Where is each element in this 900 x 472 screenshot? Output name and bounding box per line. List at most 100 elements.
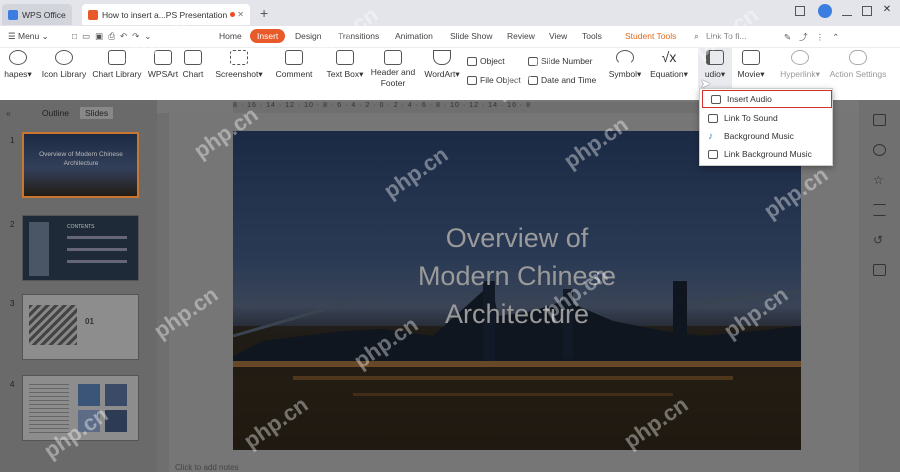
collapse-pane-icon[interactable]: « — [6, 108, 11, 118]
shapes-icon — [9, 50, 27, 65]
vertical-ruler — [157, 113, 169, 472]
date-time-button[interactable]: Date and Time — [528, 75, 596, 85]
tab-tools[interactable]: Tools — [582, 31, 602, 41]
chart-library-label: Chart Library — [92, 69, 142, 79]
quick-access-icons[interactable]: □▭▣⎙↶↷⌄ — [72, 31, 156, 42]
new-tab-button[interactable]: + — [260, 5, 268, 21]
wpsart-button[interactable]: WPSArt — [146, 48, 180, 79]
notes-hint[interactable]: Click to add notes — [175, 463, 239, 472]
menu-item-link-background-music[interactable]: Link Background Music — [700, 145, 832, 163]
thumbnail-line — [67, 236, 127, 239]
thumbnail-image — [105, 384, 127, 406]
menu-item-insert-audio[interactable]: Insert Audio — [702, 90, 832, 108]
action-settings-button[interactable]: Action Settings — [828, 48, 888, 79]
omega-icon — [616, 50, 634, 65]
tab-transitions[interactable]: Transitions — [338, 31, 379, 41]
slide-title[interactable]: Overview of Modern Chinese Architecture — [233, 219, 801, 333]
design-icon[interactable] — [873, 144, 886, 156]
avatar[interactable] — [818, 4, 832, 18]
star-icon[interactable]: ☆ — [873, 174, 886, 186]
tab-document[interactable]: How to insert a...PS Presentation ✕ — [82, 4, 250, 25]
slide-thumbnail-title: Overview of Modern Chinese Architecture — [39, 151, 123, 167]
slide-thumbnail-2[interactable]: CONTENTS — [22, 215, 139, 281]
chevron-down-icon: ▾ — [637, 69, 642, 79]
slide-thumbnail-1[interactable]: Overview of Modern Chinese Architecture — [22, 132, 139, 198]
close-window-icon[interactable]: ✕ — [882, 5, 892, 16]
thumbnail-text-block — [29, 384, 69, 434]
slide-title-line-2: Modern Chinese — [417, 261, 617, 291]
chart-library-icon — [108, 50, 126, 65]
current-slide[interactable]: Overview of Modern Chinese Architecture — [233, 131, 801, 450]
speaker-icon — [706, 50, 724, 65]
tab-home[interactable]: Home — [219, 31, 242, 41]
text-box-button[interactable]: Text Box▾ — [324, 48, 366, 80]
header-footer-icon — [384, 50, 402, 65]
wordart-label: WordArt — [424, 69, 456, 79]
wordart-icon — [433, 50, 451, 65]
symbol-label: Symbol — [608, 69, 638, 79]
chevron-down-icon: ▾ — [258, 69, 263, 79]
tab-wps-office[interactable]: WPS Office — [2, 4, 72, 25]
movie-button[interactable]: Movie▾ — [735, 48, 767, 80]
audio-dropdown-menu: Insert Audio Link To Sound ♪ Background M… — [699, 88, 833, 166]
slide-number-button[interactable]: Slide Number — [528, 56, 593, 66]
chart-library-button[interactable]: Chart Library — [92, 48, 142, 79]
tab-outline[interactable]: Outline — [42, 108, 69, 118]
menu-item-link-to-sound[interactable]: Link To Sound — [700, 109, 832, 127]
tab-animation[interactable]: Animation — [395, 31, 433, 41]
screenshot-label: Screenshot — [215, 69, 259, 79]
sliders-icon[interactable] — [873, 204, 886, 216]
chart-button[interactable]: Chart — [180, 48, 206, 79]
search-input[interactable]: Link To fi... — [706, 31, 761, 41]
file-object-icon — [467, 75, 477, 85]
music-note-icon: ♪ — [708, 130, 713, 142]
action-settings-label: Action Settings — [829, 69, 887, 79]
mouse-icon — [849, 50, 867, 65]
properties-icon[interactable] — [873, 114, 886, 126]
menu-button[interactable]: ☰ Menu ⌄ — [8, 31, 49, 42]
slide-thumbnail-4[interactable] — [22, 375, 139, 441]
tab-slide-show[interactable]: Slide Show — [450, 31, 493, 41]
tab-view[interactable]: View — [549, 31, 567, 41]
close-tab-icon[interactable]: ✕ — [237, 10, 244, 19]
tab-design[interactable]: Design — [295, 31, 321, 41]
object-button[interactable]: Object — [467, 56, 505, 66]
object-icon — [467, 56, 477, 66]
hyperlink-button[interactable]: Hyperlink▾ — [778, 48, 822, 80]
shapes-button[interactable]: hapes▾ — [0, 48, 36, 80]
history-icon[interactable]: ↺ — [873, 234, 886, 246]
tab-review[interactable]: Review — [507, 31, 535, 41]
tab-insert[interactable]: Insert — [250, 29, 286, 43]
thumbnail-line — [67, 248, 127, 251]
wps-logo-icon — [8, 9, 18, 20]
comment-icon — [285, 50, 303, 65]
tab-student-tools[interactable]: Student Tools — [625, 31, 676, 41]
maximize-icon[interactable] — [862, 6, 872, 16]
slide-number: 1 — [10, 136, 15, 145]
window-list-icon[interactable] — [795, 6, 805, 16]
symbol-button[interactable]: Symbol▾ — [605, 48, 645, 80]
panel-icon[interactable] — [873, 264, 886, 276]
chevron-down-icon: ▾ — [27, 69, 32, 79]
menu-item-background-music[interactable]: ♪ Background Music — [700, 127, 832, 145]
thumbnail-image — [105, 410, 127, 432]
object-label: Object — [480, 56, 505, 66]
file-object-button[interactable]: File Object — [467, 75, 521, 85]
toolbar-right-icons[interactable]: ✎⤴⋮⌃ — [784, 31, 847, 43]
menu-item-label: Link Background Music — [724, 149, 812, 159]
chevron-down-icon: ▾ — [359, 69, 364, 79]
header-footer-button[interactable]: Header and Footer — [368, 48, 418, 89]
ribbon-tabs-row: ☰ Menu ⌄ □▭▣⎙↶↷⌄ Home Insert Design Tran… — [0, 26, 900, 48]
menu-item-label: Insert Audio — [727, 94, 772, 104]
slide-thumbnail-title: 01 — [85, 317, 94, 326]
wordart-button[interactable]: WordArt▾ — [422, 48, 462, 80]
minimize-icon[interactable] — [842, 6, 852, 16]
thumbnail-image — [29, 222, 49, 276]
screenshot-button[interactable]: Screenshot▾ — [213, 48, 265, 80]
tab-slides[interactable]: Slides — [80, 107, 114, 119]
equation-button[interactable]: √x Equation▾ — [647, 48, 691, 80]
icon-library-button[interactable]: Icon Library — [40, 48, 88, 79]
bar-chart-icon — [184, 50, 202, 65]
slide-thumbnail-3[interactable]: 01 — [22, 294, 139, 360]
comment-button[interactable]: Comment — [272, 48, 316, 79]
